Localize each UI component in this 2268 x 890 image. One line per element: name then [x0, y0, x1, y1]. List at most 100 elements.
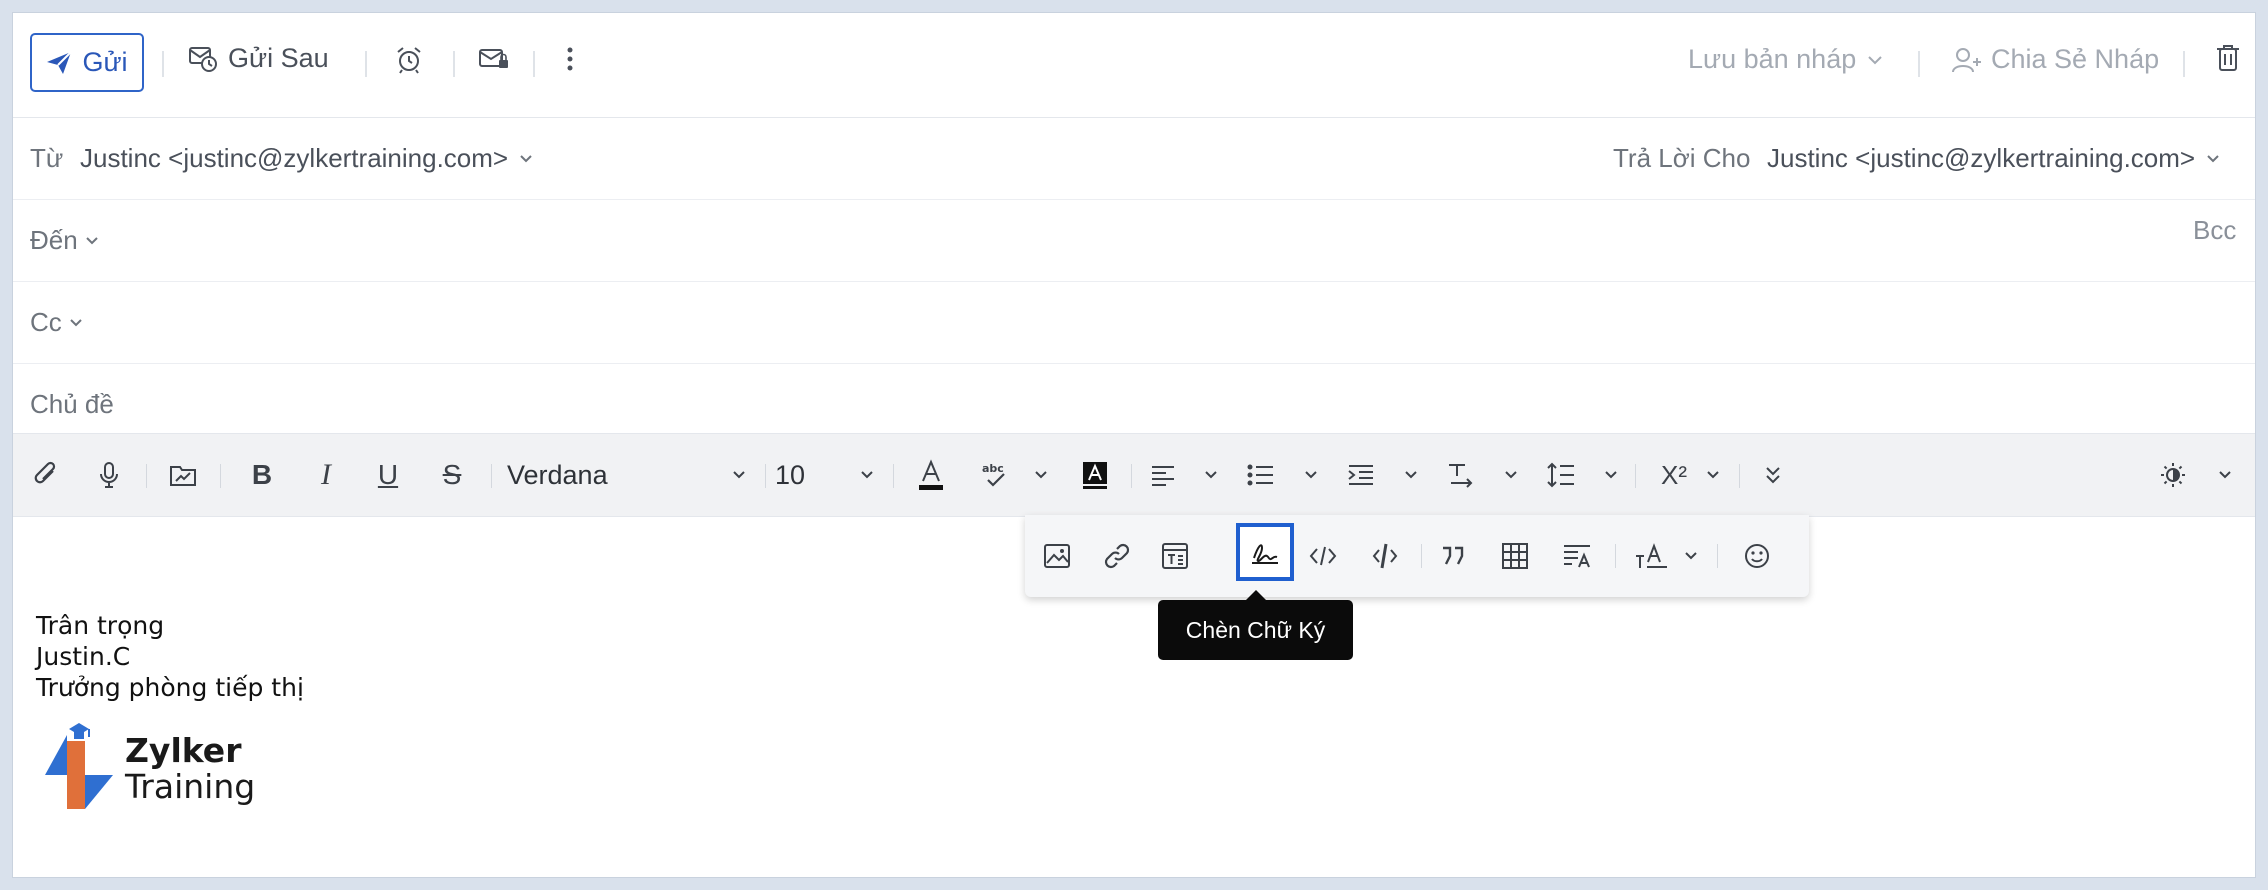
save-draft-label: Lưu bản nháp	[1688, 44, 1857, 74]
reply-to-selector[interactable]: Justinc <justinc@zylkertraining.com>	[1767, 143, 2221, 174]
reminder-button[interactable]	[394, 45, 424, 75]
text-direction-menu[interactable]	[1499, 434, 1523, 516]
save-draft-dropdown[interactable]: Lưu bản nháp	[1688, 44, 1884, 75]
send-button[interactable]: Gửi	[30, 33, 144, 92]
secure-mail-button[interactable]	[478, 45, 510, 73]
folder-chart-icon	[169, 463, 197, 487]
chevron-down-icon	[1033, 469, 1049, 481]
message-body[interactable]	[13, 515, 2255, 877]
add-user-icon	[1951, 46, 1981, 74]
chevron-down-icon	[68, 317, 84, 329]
chevron-down-icon	[859, 469, 875, 481]
indent-icon	[1347, 464, 1375, 486]
reply-to-label: Trả Lời Cho	[1613, 143, 1751, 173]
theme-menu[interactable]	[2213, 434, 2237, 516]
text-color-icon	[917, 459, 945, 491]
logo-name: Zylker	[125, 731, 242, 770]
highlight-icon	[1081, 460, 1109, 490]
brightness-icon	[2159, 461, 2187, 489]
indent-button[interactable]	[1341, 434, 1381, 516]
from-address: Justinc <justinc@zylkertraining.com>	[80, 143, 509, 173]
kebab-menu-icon	[566, 45, 574, 73]
chevron-down-icon	[1203, 469, 1219, 481]
microphone-icon	[98, 461, 120, 489]
cc-row[interactable]: Cc	[13, 281, 2255, 364]
format-toolbar: B I U S Verdana 10 abc X²	[13, 433, 2255, 517]
highlight-color-button[interactable]	[1075, 434, 1115, 516]
bcc-toggle[interactable]: Bcc	[2193, 215, 2236, 246]
bold-button[interactable]: B	[240, 434, 284, 516]
from-row: Từ Justinc <justinc@zylkertraining.com> …	[13, 117, 2255, 200]
paperclip-icon	[34, 461, 60, 489]
double-chevron-down-icon	[1764, 465, 1782, 485]
logo-mark-icon	[45, 723, 113, 809]
chevron-down-icon	[84, 235, 100, 247]
chevron-down-icon	[1705, 469, 1721, 481]
text-color-button[interactable]	[911, 434, 951, 516]
bullet-list-menu[interactable]	[1299, 434, 1323, 516]
signature-line-name: Justin.C	[36, 642, 131, 671]
from-selector[interactable]: Justinc <justinc@zylkertraining.com>	[80, 143, 534, 174]
cc-field-label[interactable]: Cc	[30, 307, 84, 338]
alarm-clock-icon	[394, 45, 424, 75]
chevron-down-icon	[2205, 153, 2221, 165]
font-size-select[interactable]: 10	[775, 434, 875, 516]
svg-text:abc: abc	[982, 462, 1004, 475]
compose-toolbar: Gửi Gửi Sau Lưu bản nháp Chia Sẻ Nháp	[13, 13, 2255, 118]
chevron-down-icon	[1303, 469, 1319, 481]
font-size-value: 10	[775, 459, 806, 490]
superscript-menu[interactable]	[1701, 434, 1725, 516]
reply-to-address: Justinc <justinc@zylkertraining.com>	[1767, 143, 2196, 173]
font-family-value: Verdana	[507, 459, 608, 490]
line-spacing-menu[interactable]	[1599, 434, 1623, 516]
chevron-down-icon	[1603, 469, 1619, 481]
theme-toggle-button[interactable]	[2153, 434, 2193, 516]
bulleted-list-icon	[1247, 464, 1275, 486]
signature-line-closing: Trân trọng	[36, 611, 165, 640]
subject-placeholder[interactable]: Chủ đề	[30, 389, 114, 420]
logo-subtitle: Training	[125, 767, 256, 806]
align-button[interactable]	[1143, 434, 1183, 516]
align-left-icon	[1150, 464, 1176, 486]
to-label: Đến	[30, 225, 78, 255]
spell-check-button[interactable]: abc	[975, 434, 1015, 516]
italic-button[interactable]: I	[304, 434, 348, 516]
chevron-down-icon	[1866, 54, 1884, 66]
underline-button[interactable]: U	[366, 434, 410, 516]
signature-line-title: Trưởng phòng tiếp thị	[36, 673, 304, 702]
chevron-down-icon	[1503, 469, 1519, 481]
align-menu[interactable]	[1199, 434, 1223, 516]
to-field-label[interactable]: Đến	[30, 225, 100, 256]
more-options-button[interactable]	[566, 45, 574, 73]
font-family-select[interactable]: Verdana	[507, 434, 747, 516]
bullet-list-button[interactable]	[1241, 434, 1281, 516]
share-draft-button[interactable]: Chia Sẻ Nháp	[1951, 44, 2159, 75]
line-spacing-icon	[1547, 462, 1575, 488]
strikethrough-button[interactable]: S	[430, 434, 474, 516]
line-spacing-button[interactable]	[1541, 434, 1581, 516]
spell-check-menu[interactable]	[1029, 434, 1053, 516]
send-later-button[interactable]: Gửi Sau	[188, 43, 329, 74]
chevron-down-icon	[2217, 469, 2233, 481]
subject-row[interactable]: Chủ đề	[13, 363, 2255, 433]
superscript-button[interactable]: X²	[1649, 434, 1699, 516]
insert-from-cloud-button[interactable]	[163, 434, 203, 516]
indent-menu[interactable]	[1399, 434, 1423, 516]
to-row[interactable]: Đến Bcc	[13, 199, 2255, 282]
text-direction-icon	[1447, 462, 1475, 488]
send-icon	[46, 50, 73, 75]
trash-icon	[2215, 43, 2241, 73]
text-direction-button[interactable]	[1441, 434, 1481, 516]
delete-draft-button[interactable]	[2215, 43, 2241, 73]
send-later-label: Gửi Sau	[228, 43, 329, 73]
envelope-lock-icon	[478, 45, 510, 73]
share-draft-label: Chia Sẻ Nháp	[1991, 44, 2160, 74]
voice-button[interactable]	[89, 434, 129, 516]
chevron-down-icon	[1403, 469, 1419, 481]
chevron-down-icon	[731, 469, 747, 481]
chevron-down-icon	[518, 153, 534, 165]
attach-button[interactable]	[27, 434, 67, 516]
company-logo: Zylker Training	[43, 721, 293, 813]
more-format-options-button[interactable]	[1753, 434, 1793, 516]
cc-label: Cc	[30, 307, 62, 337]
